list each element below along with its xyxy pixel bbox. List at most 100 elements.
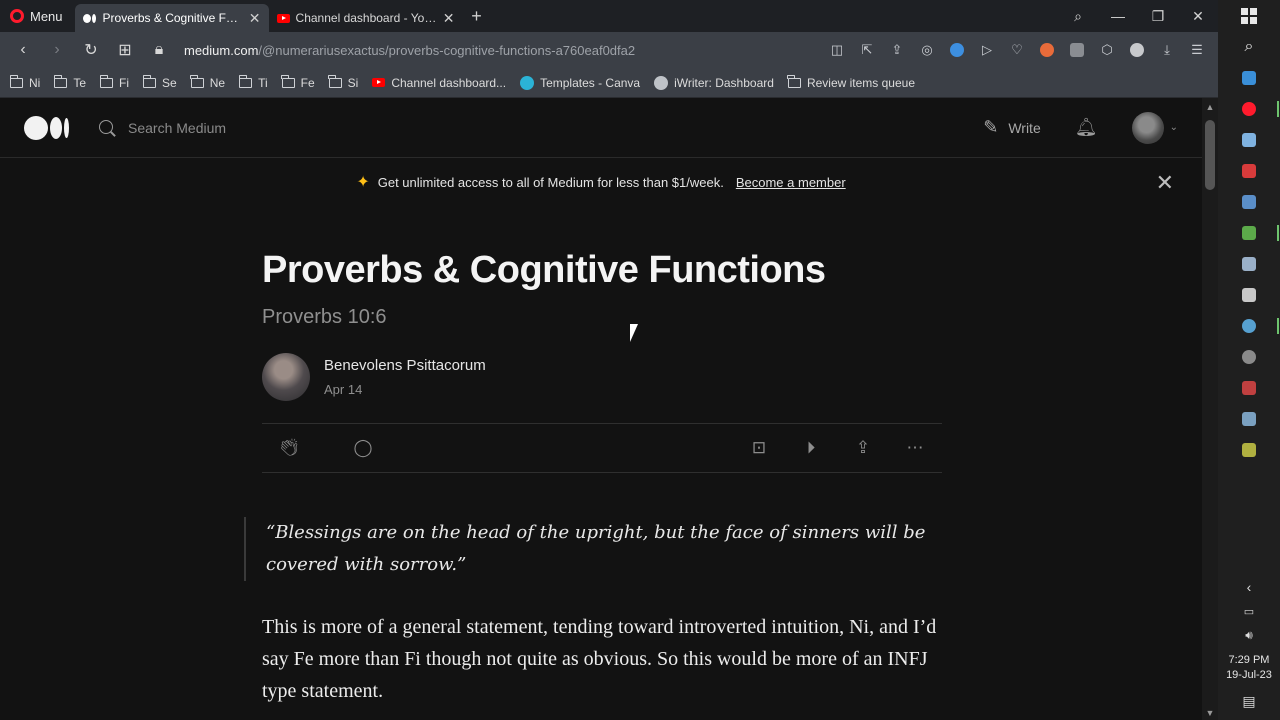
notifications-icon[interactable]: ▤	[1242, 693, 1255, 710]
taskbar-app-7[interactable]	[1218, 248, 1280, 279]
easy-setup-icon[interactable]: ☰	[1184, 36, 1210, 64]
bookmark-folder-si[interactable]: Si	[328, 74, 358, 90]
bookmark-folder-se[interactable]: Se	[142, 74, 177, 90]
menu-label: Menu	[30, 8, 63, 24]
app-icon	[1242, 132, 1256, 147]
bookmark-iwriter-dashboard[interactable]: iWriter: Dashboard	[654, 75, 774, 90]
url-field[interactable]: medium.com /@numerariusexactus/proverbs-…	[178, 36, 820, 64]
logo-dot-small	[64, 117, 69, 138]
bookmark-add-icon[interactable]: ⊡	[742, 431, 776, 465]
bookmark-channel-dashboard[interactable]: Channel dashboard...	[372, 76, 506, 90]
extensions-cube-icon[interactable]: ⬡	[1094, 36, 1120, 64]
more-options-icon[interactable]: ⋯	[898, 431, 932, 465]
medium-logo-icon[interactable]	[24, 115, 70, 140]
taskbar-app-9[interactable]	[1218, 310, 1280, 341]
folder-icon	[328, 74, 342, 88]
notifications-bell-icon[interactable]: 🔔︎	[1075, 117, 1098, 138]
share-icon[interactable]: ⇱	[854, 36, 880, 64]
battery-icon[interactable]: ▭	[1244, 605, 1254, 618]
bookmark-folder-ti[interactable]: Ti	[238, 74, 268, 90]
bookmark-templates-canva[interactable]: Templates - Canva	[520, 75, 640, 90]
taskbar-app-1[interactable]	[1218, 62, 1280, 93]
tab-search-icon[interactable]: ⌕	[1058, 0, 1098, 32]
scroll-thumb[interactable]	[1205, 120, 1215, 190]
bookmark-review-items-queue[interactable]: Review items queue	[787, 74, 915, 90]
scroll-up-icon[interactable]: ▲	[1202, 102, 1218, 112]
bible-quote: “Blessings are on the head of the uprigh…	[244, 516, 944, 581]
taskbar-app-10[interactable]	[1218, 341, 1280, 372]
close-tab-icon[interactable]: ✕	[249, 10, 261, 27]
download-icon[interactable]: ⤓	[1154, 36, 1180, 64]
bookmark-label: iWriter: Dashboard	[674, 75, 774, 90]
running-indicator	[1277, 318, 1279, 334]
reload-icon[interactable]: ↻	[76, 36, 106, 64]
show-hidden-icons-chevron-icon[interactable]: ‹	[1247, 579, 1252, 595]
back-icon[interactable]: ‹	[8, 36, 38, 64]
extension-red-icon[interactable]	[1034, 36, 1060, 64]
reader-mode-icon[interactable]: ◫	[824, 36, 850, 64]
folder-icon	[190, 74, 204, 88]
listen-play-icon[interactable]: ⏵	[794, 431, 828, 465]
taskbar-opera[interactable]	[1218, 93, 1280, 124]
snapshot-icon[interactable]: ◎	[914, 36, 940, 64]
lock-icon[interactable]: 🔒︎	[144, 36, 174, 64]
taskbar-app-12[interactable]	[1218, 403, 1280, 434]
close-banner-icon[interactable]: ✕	[1156, 170, 1174, 196]
clap-icon[interactable]: 👏︎	[272, 431, 306, 465]
author-avatar[interactable]	[262, 352, 310, 401]
user-avatar[interactable]	[1131, 111, 1164, 144]
scroll-down-icon[interactable]: ▼	[1202, 708, 1218, 718]
vpn-shield-icon[interactable]	[944, 36, 970, 64]
start-button[interactable]	[1218, 0, 1280, 31]
article: Proverbs & Cognitive Functions Proverbs …	[244, 204, 942, 707]
write-button[interactable]: ✎ Write	[983, 117, 1041, 138]
article-title: Proverbs & Cognitive Functions	[262, 249, 826, 291]
bookmark-folder-te[interactable]: Te	[53, 74, 86, 90]
close-window-button[interactable]: ✕	[1178, 0, 1218, 32]
write-label: Write	[1008, 119, 1041, 136]
bookmark-folder-fi[interactable]: Fi	[99, 74, 129, 90]
tab-medium-article[interactable]: Proverbs & Cognitive Func ✕	[74, 4, 269, 32]
tab-youtube-dashboard[interactable]: Channel dashboard - YouTu ✕	[269, 4, 463, 32]
restore-button[interactable]: ❐	[1138, 0, 1178, 32]
search-medium[interactable]: Search Medium	[98, 119, 226, 137]
taskbar-app-4[interactable]	[1218, 155, 1280, 186]
windows-taskbar: ⌕ ‹ ▭ 🔊︎ 7:29 PM 19-Jul-23 ▤	[1218, 0, 1280, 720]
taskbar-search-icon[interactable]: ⌕	[1218, 31, 1280, 62]
folder-icon	[9, 74, 23, 88]
iwriter-favicon-icon	[654, 75, 669, 90]
close-tab-icon[interactable]: ✕	[443, 10, 455, 27]
new-tab-button[interactable]: +	[463, 6, 491, 27]
extension-grey-icon[interactable]	[1064, 36, 1090, 64]
minimize-button[interactable]: —	[1098, 0, 1138, 32]
taskbar-app-11[interactable]	[1218, 372, 1280, 403]
become-member-link[interactable]: Become a member	[736, 175, 846, 190]
taskbar-app-8[interactable]	[1218, 279, 1280, 310]
youtube-favicon-icon	[372, 78, 386, 87]
author-name[interactable]: Benevolens Psittacorum	[324, 357, 486, 374]
heart-icon[interactable]: ♡	[1004, 36, 1030, 64]
office-icon	[1242, 163, 1256, 178]
bookmark-folder-fe[interactable]: Fe	[281, 74, 315, 90]
chevron-down-icon[interactable]: ⌄	[1170, 122, 1178, 133]
send-icon[interactable]: ⇪	[884, 36, 910, 64]
taskbar-app-13[interactable]	[1218, 434, 1280, 465]
mouse-cursor-icon	[630, 324, 638, 342]
flow-icon[interactable]: ▷	[974, 36, 1000, 64]
profile-icon[interactable]	[1124, 36, 1150, 64]
opera-menu-button[interactable]: Menu	[0, 0, 75, 32]
bookmark-folder-ne[interactable]: Ne	[190, 74, 225, 90]
comment-icon[interactable]: ◯	[346, 431, 380, 465]
page-scrollbar[interactable]: ▲ ▼	[1202, 98, 1218, 720]
forward-icon[interactable]: ›	[42, 36, 72, 64]
taskbar-app-6[interactable]	[1218, 217, 1280, 248]
taskbar-app-3[interactable]	[1218, 124, 1280, 155]
share-icon[interactable]: ⇪	[846, 431, 880, 465]
taskbar-app-5[interactable]	[1218, 186, 1280, 217]
speed-dial-icon[interactable]: ⊞	[110, 36, 140, 64]
mic-and-volume-icon[interactable]: 🔊︎	[1245, 628, 1253, 643]
bookmark-folder-ni[interactable]: Ni	[9, 74, 40, 90]
article-actions-bar: 👏︎ ◯ ⊡ ⏵ ⇪ ⋯	[262, 422, 942, 473]
membership-banner: ✦ Get unlimited access to all of Medium …	[0, 158, 1202, 206]
taskbar-clock[interactable]: 7:29 PM 19-Jul-23	[1226, 653, 1272, 683]
